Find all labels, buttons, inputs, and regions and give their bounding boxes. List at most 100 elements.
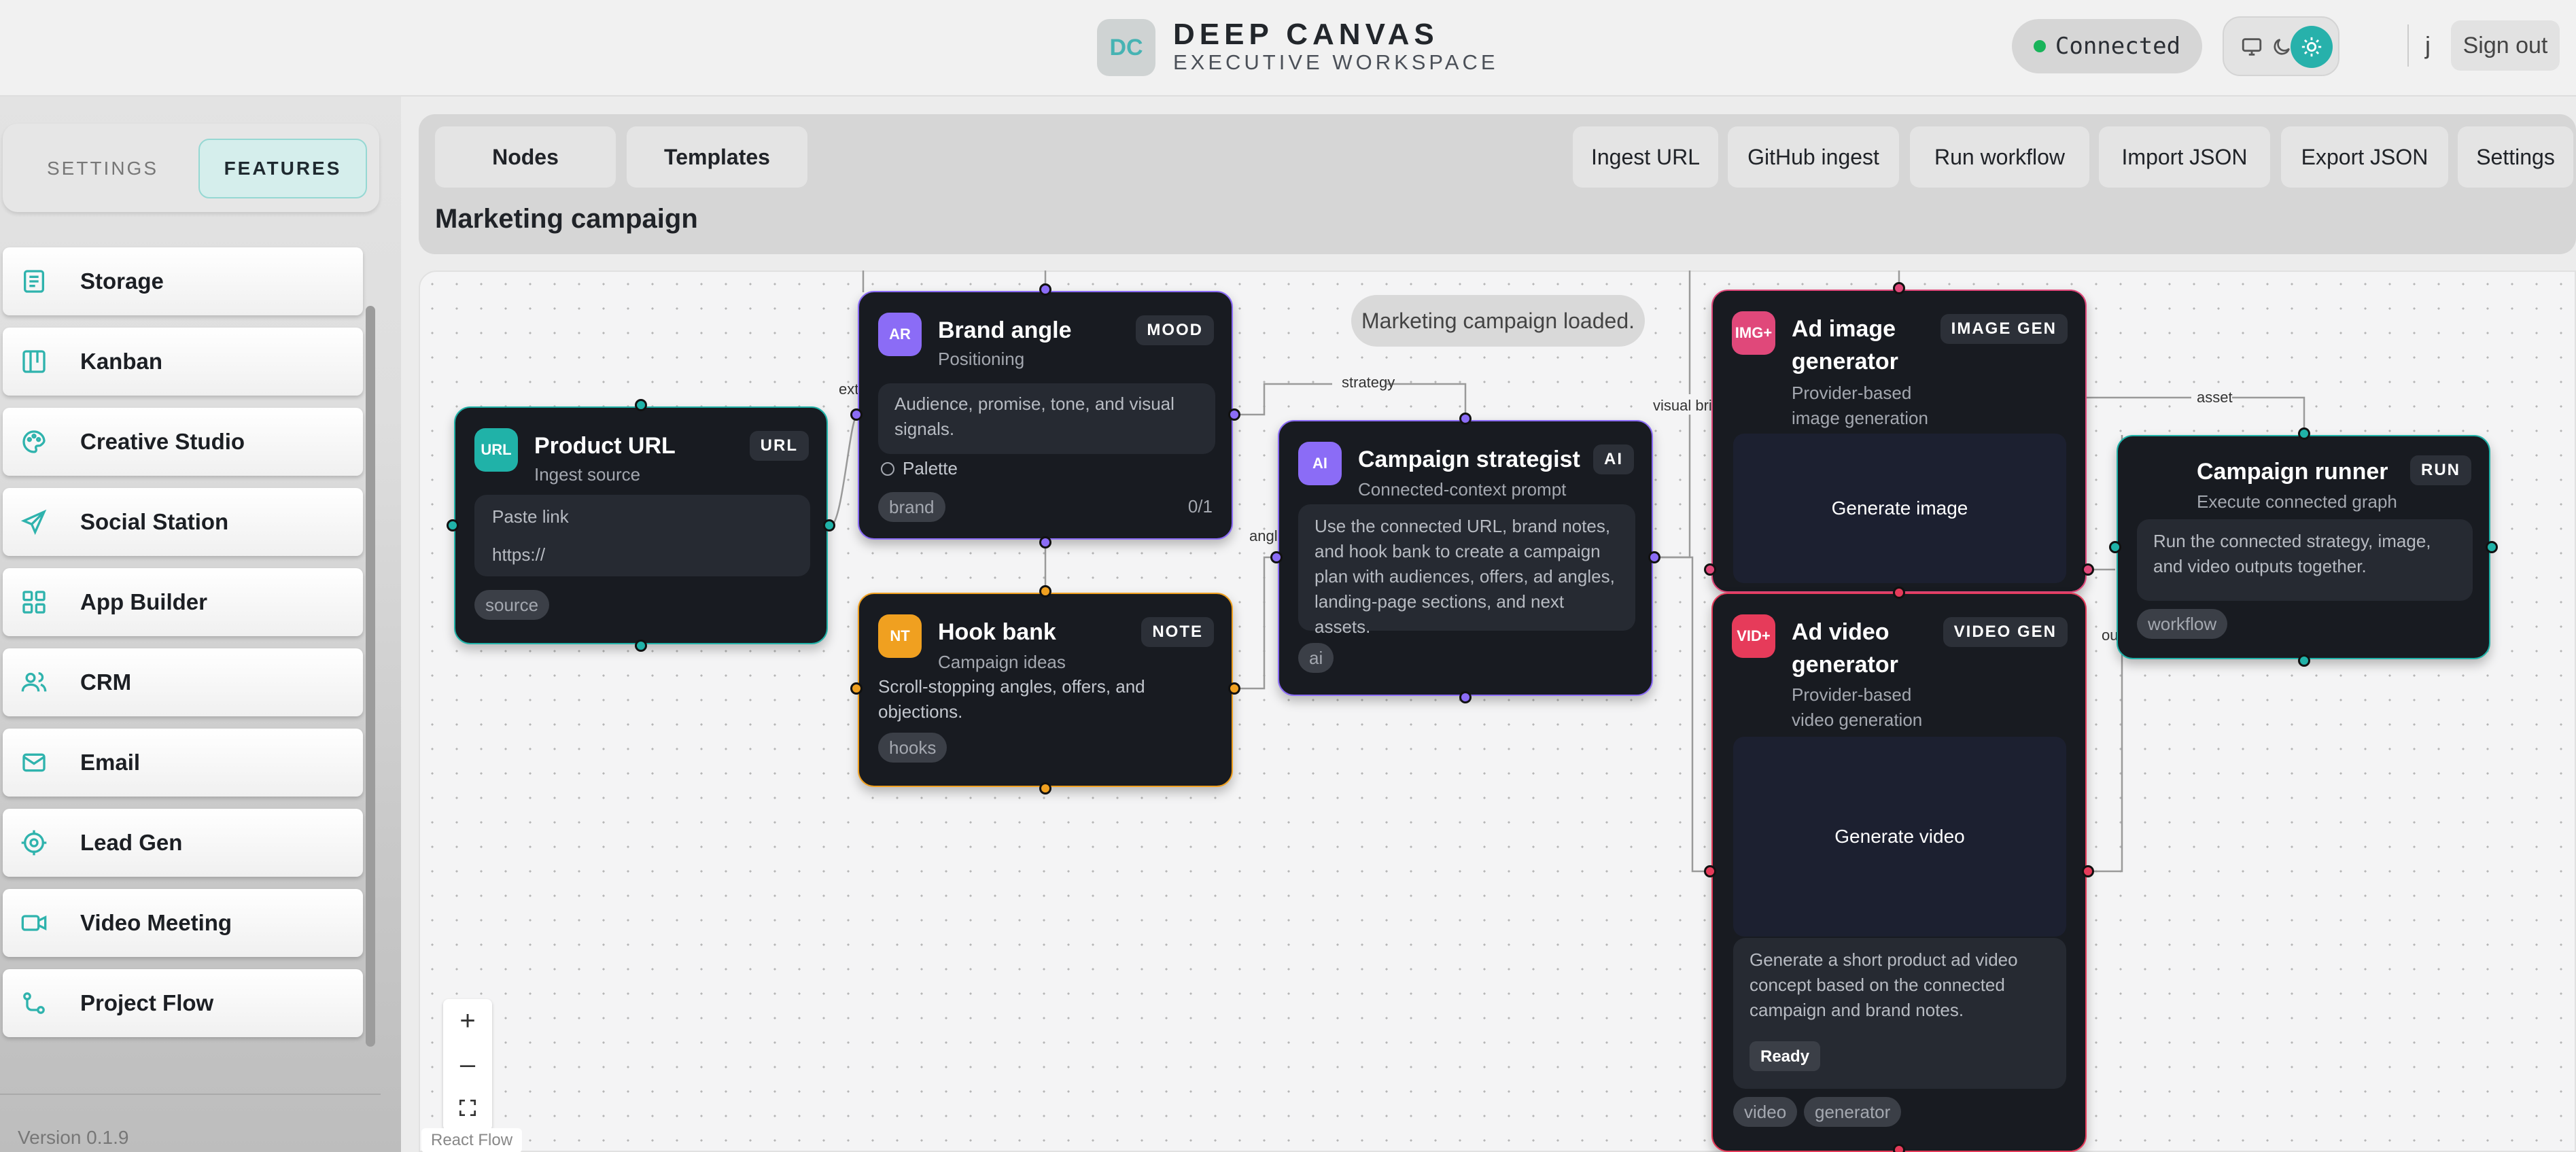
prompt-box[interactable]: Use the connected URL, brand notes, and … [1298, 504, 1635, 637]
handle-image-top[interactable] [1893, 282, 1905, 294]
handle-strategist-top[interactable] [1459, 413, 1472, 425]
node-ad-image-generator[interactable]: IMG+ Ad image generator Provider-based i… [1711, 290, 2087, 593]
connection-status-badge: Connected [2012, 19, 2202, 73]
node-badge: RUN [2410, 455, 2471, 485]
run-workflow-button[interactable]: Run workflow [1910, 126, 2089, 188]
mood-node-icon: AR [878, 313, 922, 356]
handle-runner-right[interactable] [2486, 541, 2498, 553]
export-json-button[interactable]: Export JSON [2281, 126, 2448, 188]
handle-hook-bottom[interactable] [1039, 782, 1051, 795]
edge-label-out: ou [2102, 627, 2119, 644]
sidebar-item-creative-studio[interactable]: Creative Studio [3, 408, 363, 476]
github-ingest-button[interactable]: GitHub ingest [1728, 126, 1899, 188]
palette-checkbox[interactable] [881, 462, 894, 476]
settings-button[interactable]: Settings [2458, 126, 2573, 188]
sidebar-item-email[interactable]: Email [3, 729, 363, 797]
handle-url-bottom[interactable] [635, 640, 647, 652]
handle-url-left[interactable] [447, 519, 459, 531]
palette-label: Palette [903, 458, 958, 478]
handle-brand-right[interactable] [1228, 408, 1240, 421]
node-subtitle: Positioning [938, 349, 1025, 369]
node-subtitle-line: Provider-based [1792, 383, 1912, 403]
handle-brand-left[interactable] [850, 408, 863, 421]
url-field-label: Paste link [492, 506, 569, 527]
node-hook-bank[interactable]: NT Hook bank Campaign ideas NOTE Scroll-… [858, 593, 1233, 787]
handle-hook-right[interactable] [1228, 682, 1240, 695]
video-prompt-box[interactable]: Generate a short product ad video concep… [1733, 938, 2066, 1089]
node-brand-angle[interactable]: AR Brand angle Positioning MOOD Audience… [858, 291, 1233, 540]
sidebar-item-crm[interactable]: CRM [3, 648, 363, 716]
url-input[interactable]: https:// [492, 542, 545, 568]
user-avatar[interactable]: j [2425, 31, 2431, 60]
sidebar-item-app-builder[interactable]: App Builder [3, 568, 363, 636]
sidebar-item-project-flow[interactable]: Project Flow [3, 969, 363, 1037]
fit-view-icon[interactable] [443, 1086, 492, 1130]
handle-video-bottom[interactable] [1893, 1144, 1905, 1152]
node-title-line: Ad image [1792, 316, 1896, 342]
generate-video-button[interactable]: Generate video [1733, 737, 2066, 937]
theme-switcher [2223, 16, 2339, 76]
node-subtitle: Ingest source [534, 464, 641, 485]
handle-strategist-right[interactable] [1648, 551, 1660, 563]
sun-icon[interactable] [2291, 26, 2333, 68]
handle-video-right[interactable] [2082, 865, 2094, 877]
app-logo: DC [1097, 19, 1155, 76]
sidebar-scrollbar[interactable] [366, 306, 375, 1047]
flow-toolbar: Nodes Templates Ingest URL GitHub ingest… [419, 114, 2576, 254]
node-subtitle: Execute connected graph [2197, 491, 2397, 512]
status-dot-icon [2033, 40, 2046, 52]
flow-canvas[interactable] [419, 270, 2576, 1152]
handle-hook-top[interactable] [1039, 585, 1051, 597]
ready-status-badge: Ready [1750, 1041, 1821, 1071]
sidebar-item-video-meeting[interactable]: Video Meeting [3, 889, 363, 957]
generate-image-button[interactable]: Generate image [1733, 434, 2066, 583]
handle-url-right[interactable] [823, 519, 835, 531]
handle-brand-top[interactable] [1039, 283, 1051, 296]
sidebar-item-social-station[interactable]: Social Station [3, 488, 363, 556]
handle-video-left[interactable] [1704, 865, 1716, 877]
node-tag: source [474, 590, 550, 620]
import-json-button[interactable]: Import JSON [2099, 126, 2270, 188]
handle-image-left[interactable] [1704, 563, 1716, 576]
url-input-group: Paste link https:// [474, 495, 810, 576]
handle-brand-bottom[interactable] [1039, 536, 1051, 548]
node-ad-video-generator[interactable]: VID+ Ad video generator Provider-based v… [1711, 593, 2087, 1152]
tab-settings[interactable]: SETTINGS [18, 139, 188, 198]
templates-button[interactable]: Templates [627, 126, 807, 188]
sidebar-item-lead-gen[interactable]: Lead Gen [3, 809, 363, 877]
video-gen-node-icon: VID+ [1732, 614, 1775, 658]
zoom-in-icon[interactable]: + [443, 999, 492, 1043]
sidebar-item-label: CRM [80, 669, 132, 695]
handle-image-right[interactable] [2082, 563, 2094, 576]
app-header: DC DEEP CANVAS EXECUTIVE WORKSPACE Conne… [0, 0, 2576, 97]
sign-out-button[interactable]: Sign out [2451, 20, 2560, 71]
edge-label-asset: asset [2197, 389, 2233, 406]
ingest-url-button[interactable]: Ingest URL [1573, 126, 1718, 188]
handle-url-top[interactable] [635, 399, 647, 411]
node-title: Product URL [534, 433, 676, 459]
image-gen-node-icon: IMG+ [1732, 311, 1775, 355]
react-flow-attribution[interactable]: React Flow [421, 1128, 523, 1152]
sidebar-item-label: Lead Gen [80, 830, 183, 855]
zoom-out-icon[interactable]: – [443, 1043, 492, 1086]
handle-runner-bottom[interactable] [2298, 654, 2310, 667]
handle-strategist-left[interactable] [1270, 551, 1283, 563]
sidebar-item-kanban[interactable]: Kanban [3, 328, 363, 396]
handle-image-bottom[interactable] [1893, 587, 1905, 599]
node-campaign-runner[interactable]: Campaign runner Execute connected graph … [2117, 435, 2490, 659]
nodes-button[interactable]: Nodes [435, 126, 616, 188]
sidebar-item-label: Video Meeting [80, 910, 232, 935]
node-tag: brand [878, 492, 945, 522]
handle-hook-left[interactable] [850, 682, 863, 695]
node-product-url[interactable]: URL Product URL Ingest source URL Paste … [454, 406, 828, 644]
node-body: Run the connected strategy, image, and v… [2137, 519, 2473, 601]
kanban-icon [22, 350, 46, 373]
handle-runner-top[interactable] [2298, 427, 2310, 440]
node-subtitle-line: image generation [1792, 408, 1928, 428]
node-title-line: Ad video [1792, 619, 1890, 645]
node-campaign-strategist[interactable]: AI Campaign strategist Connected-context… [1278, 420, 1653, 696]
tab-features[interactable]: FEATURES [198, 139, 367, 198]
handle-runner-left[interactable] [2109, 541, 2121, 553]
handle-strategist-bottom[interactable] [1459, 691, 1472, 703]
sidebar-item-storage[interactable]: Storage [3, 247, 363, 315]
